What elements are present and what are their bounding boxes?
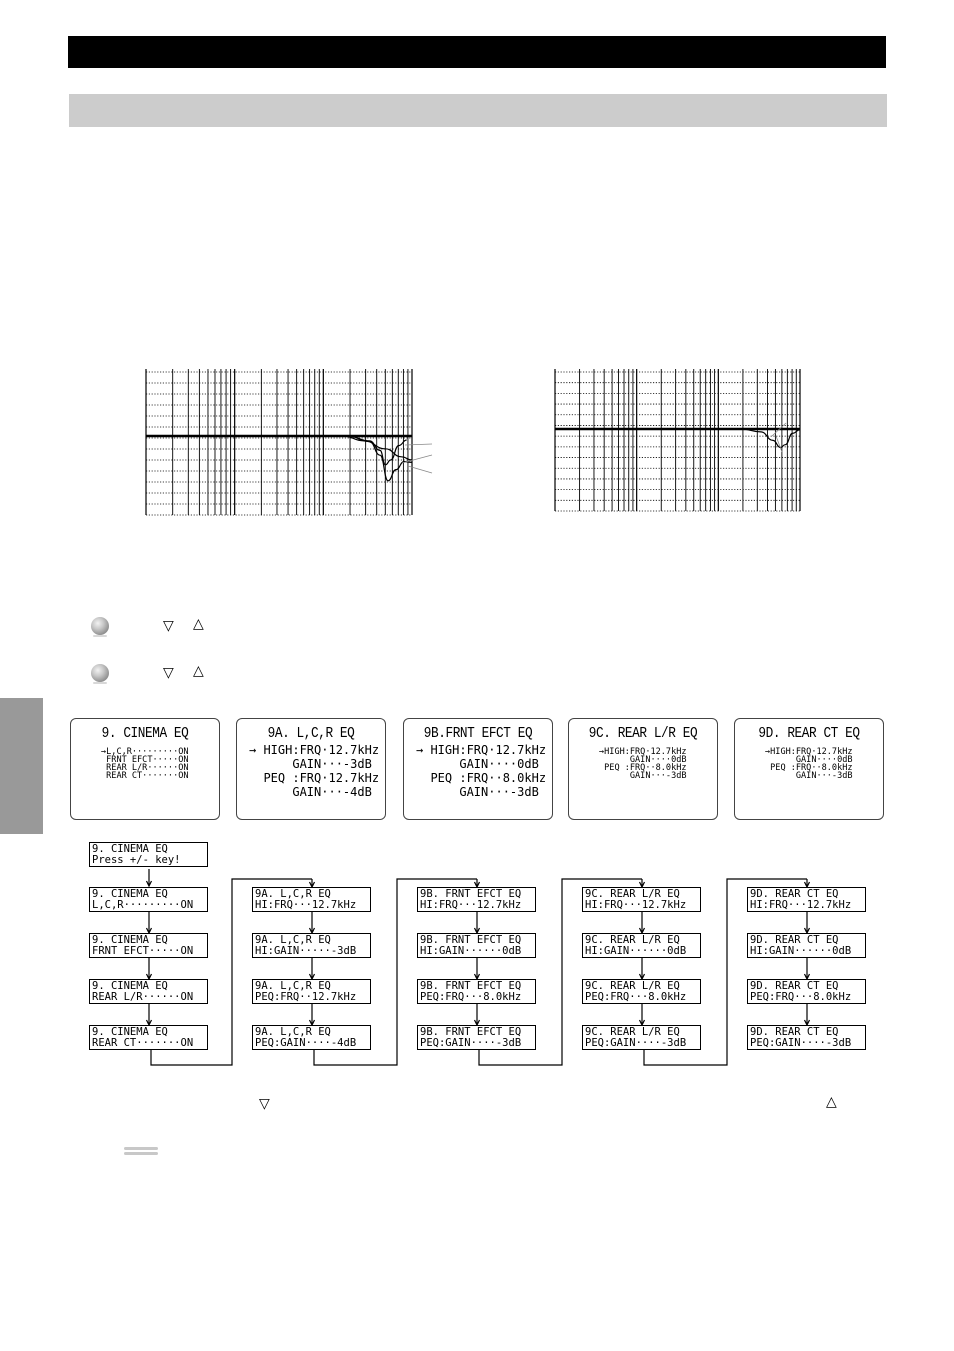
- menu-display-line2: HI:GAIN······0dB: [750, 945, 852, 957]
- menu-display-line2: HI:FRQ···12.7kHz: [255, 899, 357, 911]
- menu-display-line2: PEQ:FRQ··12.7kHz: [255, 991, 357, 1003]
- menu-display-box: 9D. REAR CT EQ HI:GAIN······0dB: [747, 933, 866, 958]
- menu-display-box: 9C. REAR L/R EQ HI:GAIN······0dB: [582, 933, 701, 958]
- menu-display-box: 9. CINEMA EQ REAR L/R······ON: [89, 979, 208, 1004]
- menu-display-line2: PEQ:GAIN····-3dB: [750, 1037, 852, 1049]
- menu-display-box: 9. CINEMA EQ REAR CT·······ON: [89, 1025, 208, 1050]
- note-icon: [124, 1147, 158, 1155]
- menu-display-line2: PEQ:GAIN····-3dB: [585, 1037, 687, 1049]
- menu-display-box: 9A. L,C,R EQ HI:GAIN·····-3dB: [252, 933, 371, 958]
- menu-display-box: 9B. FRNT EFCT EQ PEQ:GAIN····-3dB: [417, 1025, 536, 1050]
- menu-display-line2: REAR CT·······ON: [92, 1037, 194, 1049]
- menu-display-box: 9C. REAR L/R EQ HI:FRQ···12.7kHz: [582, 887, 701, 912]
- menu-display-line2: FRNT EFCT·····ON: [92, 945, 194, 957]
- menu-display-line2: HI:GAIN······0dB: [420, 945, 522, 957]
- menu-display-line2: PEQ:FRQ···8.0kHz: [585, 991, 687, 1003]
- menu-display-line2: PEQ:FRQ···8.0kHz: [420, 991, 522, 1003]
- menu-display-box: 9B. FRNT EFCT EQ HI:GAIN······0dB: [417, 933, 536, 958]
- menu-display-line2: HI:FRQ···12.7kHz: [585, 899, 687, 911]
- menu-display-box: 9A. L,C,R EQ PEQ:GAIN····-4dB: [252, 1025, 371, 1050]
- menu-display-line2: L,C,R·········ON: [92, 899, 194, 911]
- menu-display-box: 9D. REAR CT EQ PEQ:FRQ···8.0kHz: [747, 979, 866, 1004]
- menu-display-box: 9D. REAR CT EQ HI:FRQ···12.7kHz: [747, 887, 866, 912]
- menu-display-box: 9B. FRNT EFCT EQ PEQ:FRQ···8.0kHz: [417, 979, 536, 1004]
- menu-display-box: 9C. REAR L/R EQ PEQ:GAIN····-3dB: [582, 1025, 701, 1050]
- menu-display-box: 9B. FRNT EFCT EQ HI:FRQ···12.7kHz: [417, 887, 536, 912]
- menu-display-line2: PEQ:FRQ···8.0kHz: [750, 991, 852, 1003]
- menu-display-box: 9. CINEMA EQ L,C,R·········ON: [89, 887, 208, 912]
- menu-display-box: 9C. REAR L/R EQ PEQ:FRQ···8.0kHz: [582, 979, 701, 1004]
- menu-display-line2: REAR L/R······ON: [92, 991, 194, 1003]
- menu-display-box: 9A. L,C,R EQ HI:FRQ···12.7kHz: [252, 887, 371, 912]
- menu-display-line2: PEQ:GAIN····-3dB: [420, 1037, 522, 1049]
- menu-display-box: 9D. REAR CT EQ PEQ:GAIN····-3dB: [747, 1025, 866, 1050]
- down-key-icon: ▽: [259, 1096, 270, 1112]
- up-key-icon: △: [826, 1094, 837, 1110]
- menu-display-box: 9. CINEMA EQ Press +/- key!: [89, 842, 208, 867]
- menu-display-line2: HI:GAIN······0dB: [585, 945, 687, 957]
- menu-display-line2: HI:FRQ···12.7kHz: [420, 899, 522, 911]
- menu-display-box: 9. CINEMA EQ FRNT EFCT·····ON: [89, 933, 208, 958]
- menu-display-line2: HI:FRQ···12.7kHz: [750, 899, 852, 911]
- menu-display-box: 9A. L,C,R EQ PEQ:FRQ··12.7kHz: [252, 979, 371, 1004]
- menu-display-line2: Press +/- key!: [92, 854, 181, 866]
- menu-display-line2: HI:GAIN·····-3dB: [255, 945, 357, 957]
- menu-display-line2: PEQ:GAIN····-4dB: [255, 1037, 357, 1049]
